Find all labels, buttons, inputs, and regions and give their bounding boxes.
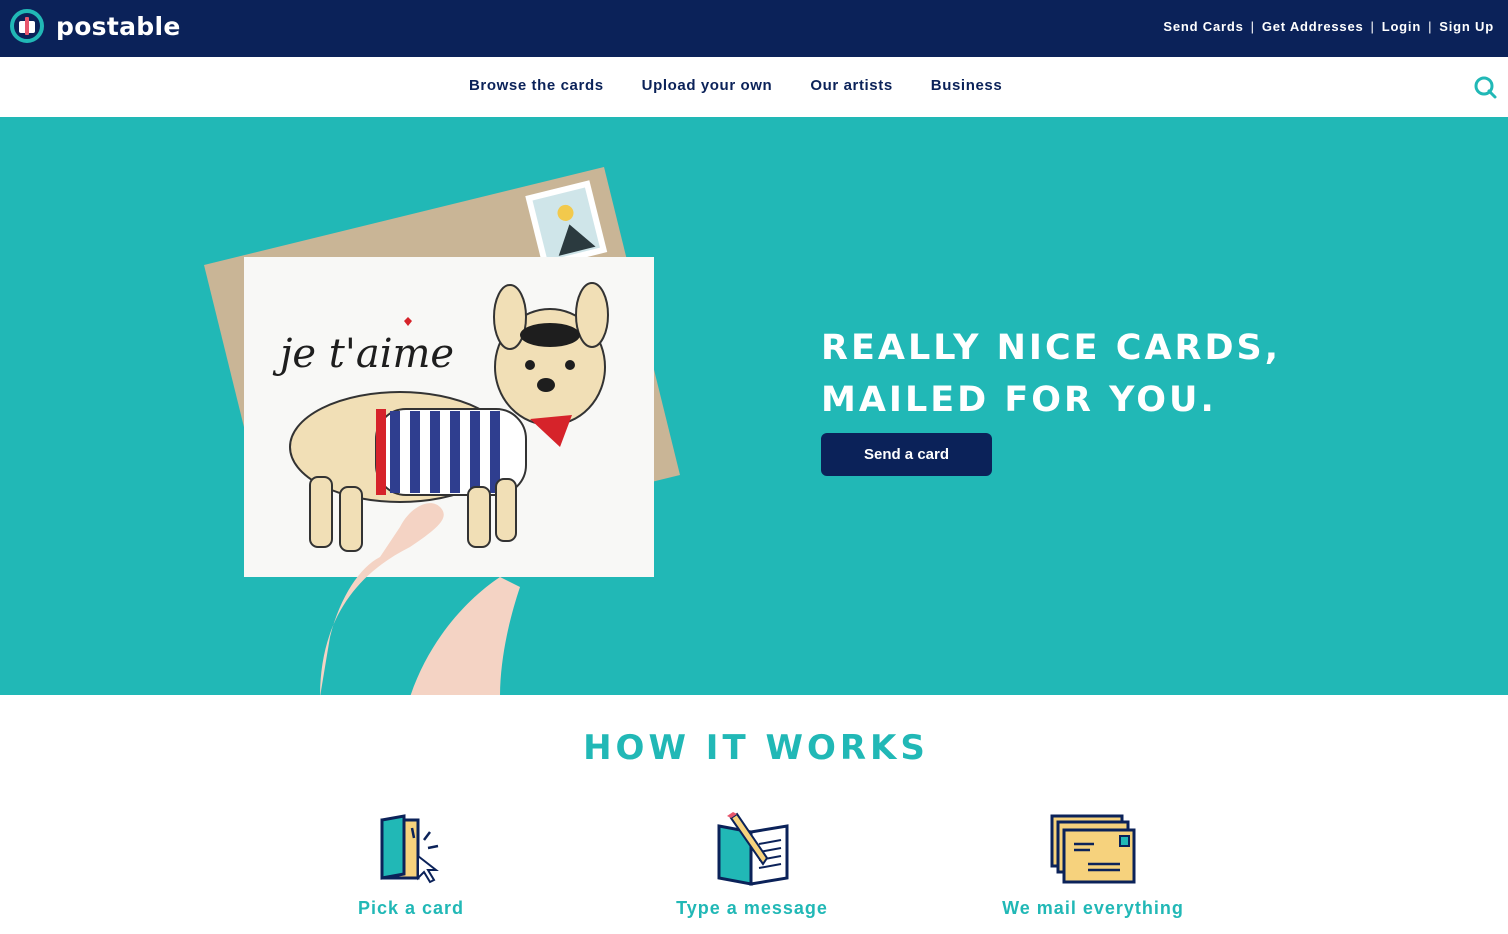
step-type-message[interactable]: Type a message: [622, 812, 882, 919]
hero-heading-line-2: MAILED FOR YOU.: [821, 380, 1217, 420]
step-label: Type a message: [676, 898, 828, 918]
link-divider: |: [1428, 19, 1433, 34]
hero-heading-line-1: REALLY NICE CARDS,: [821, 328, 1282, 368]
link-divider: |: [1370, 19, 1375, 34]
send-a-card-button[interactable]: Send a card: [821, 433, 992, 476]
nav-our-artists[interactable]: Our artists: [810, 77, 892, 94]
step-pick-card[interactable]: Pick a card: [281, 812, 541, 919]
login-link[interactable]: Login: [1382, 19, 1421, 34]
send-cards-link[interactable]: Send Cards: [1163, 19, 1243, 34]
hero-card-image: je t'aime: [204, 167, 680, 695]
step-label: We mail everything: [1002, 898, 1184, 918]
get-addresses-link[interactable]: Get Addresses: [1262, 19, 1364, 34]
top-bar: postable Send Cards | Get Addresses | Lo…: [0, 0, 1508, 57]
nav-browse-cards[interactable]: Browse the cards: [469, 77, 604, 94]
brand-name: postable: [56, 11, 181, 41]
step-we-mail[interactable]: We mail everything: [963, 812, 1223, 919]
nav-business[interactable]: Business: [931, 77, 1003, 94]
search-icon[interactable]: [1472, 74, 1498, 100]
postable-logo-icon: [10, 9, 44, 43]
write-message-icon: [717, 812, 789, 886]
logo[interactable]: postable: [10, 9, 181, 43]
step-label: Pick a card: [357, 898, 465, 918]
card-text: je t'aime: [272, 331, 454, 377]
nav-items: Browse the cards Upload your own Our art…: [469, 77, 1040, 94]
hero-banner: je t'aime REALLY NICE CARDS, MAILED FOR …: [0, 117, 1508, 695]
mail-envelopes-icon: [1050, 814, 1136, 884]
hero-heading: REALLY NICE CARDS, MAILED FOR YOU.: [821, 322, 1421, 426]
how-it-works-title: HOW IT WORKS: [583, 728, 929, 768]
card-pick-icon: [380, 814, 439, 884]
main-nav: Browse the cards Upload your own Our art…: [0, 57, 1508, 117]
nav-upload-your-own[interactable]: Upload your own: [642, 77, 773, 94]
account-links: Send Cards | Get Addresses | Login | Sig…: [1163, 19, 1494, 34]
sign-up-link[interactable]: Sign Up: [1439, 19, 1494, 34]
link-divider: |: [1250, 19, 1255, 34]
